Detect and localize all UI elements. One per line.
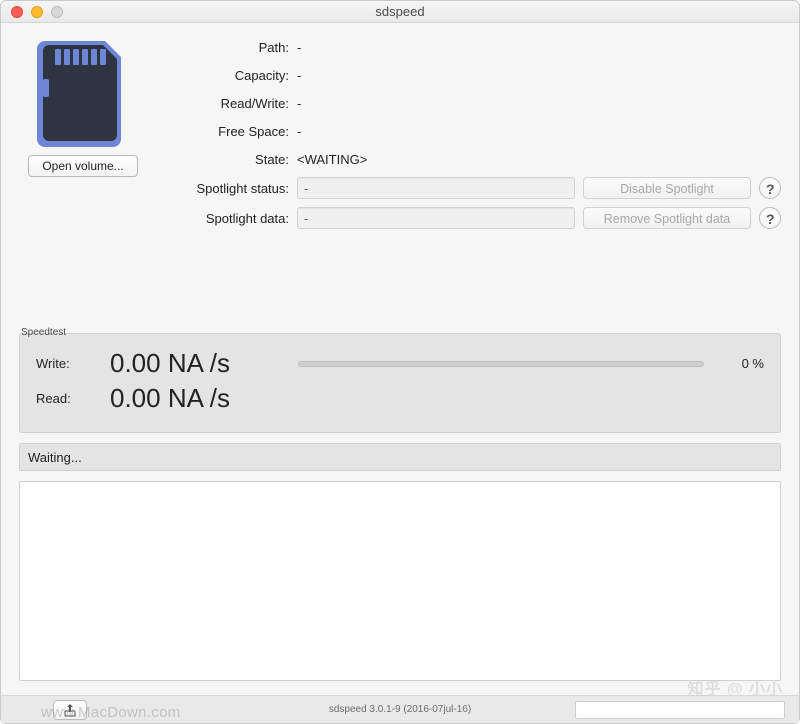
state-value: <WAITING>	[297, 152, 367, 167]
speedtest-group: Speedtest Write: 0.00 NA /s 0 % Read: 0.…	[19, 333, 781, 681]
close-icon[interactable]	[11, 6, 23, 18]
titlebar: sdspeed	[1, 1, 799, 23]
progress-bar	[298, 361, 704, 367]
write-label: Write:	[36, 356, 92, 371]
progress-area: 0 %	[298, 356, 764, 371]
spotlight-data-label: Spotlight data:	[161, 211, 289, 226]
log-box[interactable]	[19, 481, 781, 681]
readwrite-value: -	[297, 96, 301, 111]
minimize-icon[interactable]	[31, 6, 43, 18]
window-title: sdspeed	[375, 4, 424, 19]
spotlight-data-field: -	[297, 207, 575, 229]
readwrite-label: Read/Write:	[161, 96, 289, 111]
help-spotlight-data-button[interactable]: ?	[759, 207, 781, 229]
help-spotlight-status-button[interactable]: ?	[759, 177, 781, 199]
state-label: State:	[161, 152, 289, 167]
status-box: Waiting...	[19, 443, 781, 471]
spotlight-status-field: -	[297, 177, 575, 199]
capacity-value: -	[297, 68, 301, 83]
status-text: Waiting...	[28, 450, 82, 465]
content-area: Open volume... Path: - Capacity: - Read/…	[1, 23, 799, 695]
left-column: Open volume...	[19, 33, 147, 177]
info-panel: Open volume... Path: - Capacity: - Read/…	[19, 33, 781, 237]
footer: sdspeed 3.0.1-9 (2016-07jul-16)	[1, 695, 799, 723]
read-label: Read:	[36, 391, 92, 406]
app-window: sdspeed Ope	[0, 0, 800, 724]
capacity-label: Capacity:	[161, 68, 289, 83]
info-grid: Path: - Capacity: - Read/Write: - Free S…	[161, 37, 781, 237]
speedtest-box: Write: 0.00 NA /s 0 % Read: 0.00 NA /s	[19, 333, 781, 433]
share-button[interactable]	[53, 700, 87, 720]
write-value: 0.00 NA /s	[110, 348, 280, 379]
disable-spotlight-button[interactable]: Disable Spotlight	[583, 177, 751, 199]
version-text: sdspeed 3.0.1-9 (2016-07jul-16)	[329, 704, 471, 715]
speedtest-group-title: Speedtest	[19, 327, 68, 338]
progress-percent: 0 %	[720, 356, 764, 371]
zoom-icon	[51, 6, 63, 18]
freespace-label: Free Space:	[161, 124, 289, 139]
footer-field[interactable]	[575, 701, 785, 719]
share-icon	[63, 703, 77, 717]
freespace-value: -	[297, 124, 301, 139]
path-label: Path:	[161, 40, 289, 55]
read-value: 0.00 NA /s	[110, 383, 280, 414]
window-controls	[11, 6, 63, 18]
open-volume-button[interactable]: Open volume...	[28, 155, 138, 177]
path-value: -	[297, 40, 301, 55]
spotlight-status-label: Spotlight status:	[161, 181, 289, 196]
remove-spotlight-data-button[interactable]: Remove Spotlight data	[583, 207, 751, 229]
sd-card-icon	[37, 37, 129, 147]
